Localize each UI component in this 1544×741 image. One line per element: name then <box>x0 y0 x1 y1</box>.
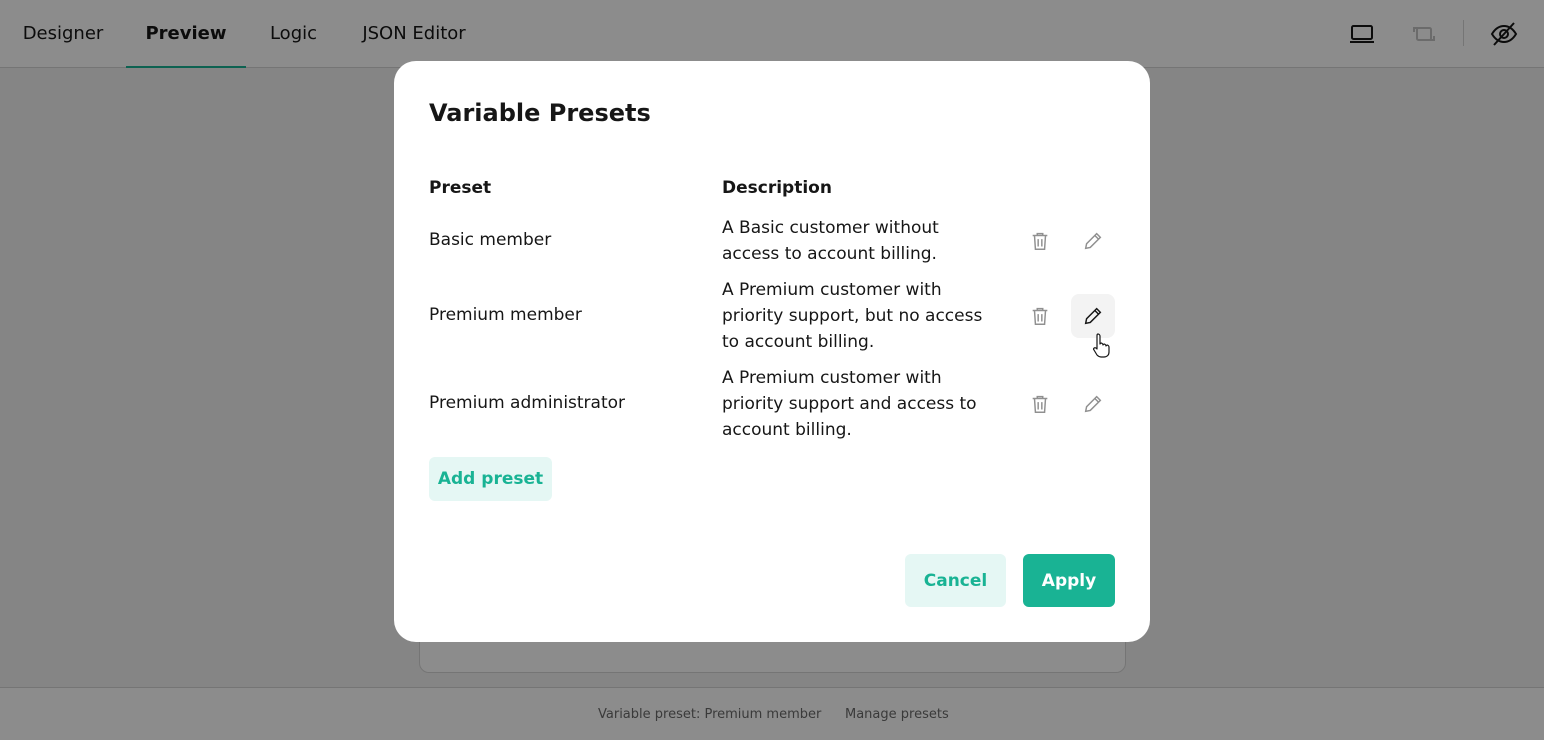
trash-icon <box>1032 232 1048 250</box>
apply-button[interactable]: Apply <box>1023 554 1115 607</box>
preset-description: A Premium customer with priority support… <box>722 368 977 440</box>
edit-preset-button[interactable] <box>1071 219 1115 263</box>
delete-preset-button[interactable] <box>1018 382 1062 426</box>
preset-row: Premium administrator A Premium customer… <box>394 365 1150 443</box>
preset-description: A Premium customer with priority support… <box>722 280 983 352</box>
description-column-header: Description <box>722 178 832 198</box>
edit-preset-button[interactable] <box>1071 294 1115 338</box>
cancel-button[interactable]: Cancel <box>905 554 1006 607</box>
preset-column-header: Preset <box>429 178 492 198</box>
variable-presets-dialog: Variable Presets Preset Description Basi… <box>394 61 1150 642</box>
delete-preset-button[interactable] <box>1018 219 1062 263</box>
preset-name: Premium administrator <box>429 393 626 413</box>
trash-icon <box>1032 395 1048 413</box>
dialog-title: Variable Presets <box>429 99 651 127</box>
trash-icon <box>1032 307 1048 325</box>
preset-name: Basic member <box>429 230 552 250</box>
preset-row: Premium member A Premium customer with p… <box>394 277 1150 355</box>
edit-preset-button[interactable] <box>1071 382 1115 426</box>
preset-description: A Basic customer without access to accou… <box>722 218 939 264</box>
pencil-icon <box>1084 395 1102 413</box>
add-preset-button[interactable]: Add preset <box>429 457 552 501</box>
pencil-icon <box>1084 232 1102 250</box>
delete-preset-button[interactable] <box>1018 294 1062 338</box>
pencil-icon <box>1084 307 1102 325</box>
preset-name: Premium member <box>429 305 582 325</box>
preset-row: Basic member A Basic customer without ac… <box>394 215 1150 267</box>
